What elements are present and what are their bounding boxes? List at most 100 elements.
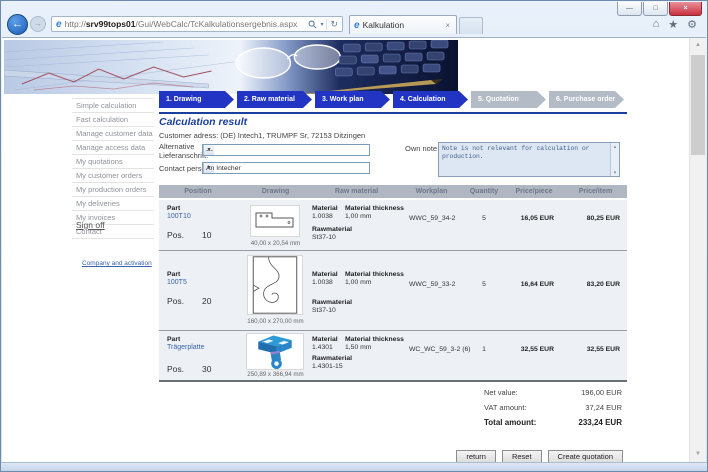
thickness-label: Material thickness (345, 205, 404, 212)
net-value: 196,00 EUR (581, 388, 622, 397)
col-price-item: Price/item (578, 188, 613, 195)
maximize-button[interactable]: □ (643, 2, 668, 16)
sidebar-item-manage-access-data[interactable]: Manage access data (72, 141, 154, 155)
vat-amount-row: VAT amount: 37,24 EUR (484, 403, 622, 412)
minimize-button[interactable]: — (617, 2, 642, 16)
calculation-result-table: Position Drawing Raw material Workplan Q… (159, 185, 627, 382)
scroll-up-icon[interactable]: ▲ (690, 38, 706, 53)
part-link[interactable]: Trägerplatte (167, 344, 204, 351)
tab-favicon: e (354, 19, 360, 31)
rawmaterial-value: St37-10 (312, 307, 336, 314)
price-per-item: 80,25 EUR (586, 215, 620, 222)
step-drawing[interactable]: 1. Drawing (159, 91, 234, 108)
price-per-item: 32,55 EUR (586, 346, 620, 353)
drawing-dimensions: 250,89 x 366,94 mm (247, 371, 304, 378)
total-amount: 233,24 EUR (578, 418, 622, 427)
scrollbar-thumb[interactable] (691, 55, 705, 155)
webcalc-page: Simple calculation Fast calculation Mana… (2, 38, 689, 464)
forward-button[interactable]: → (30, 16, 46, 32)
wizard-stepper: 1. Drawing 2. Raw material 3. Work plan … (159, 91, 627, 108)
search-icon[interactable] (308, 20, 317, 29)
search-dropdown-icon[interactable]: ▾ (320, 21, 323, 28)
contact-person-select[interactable]: An Intecher ▼ (202, 162, 370, 174)
step-quotation: 5. Quotation (471, 91, 546, 108)
browser-toolbar: ← → e http://srv99tops01/Gui/WebCalc/TcK… (7, 13, 701, 35)
sidebar-menu: Simple calculation Fast calculation Mana… (72, 98, 154, 239)
favorites-star-icon[interactable]: ★ (668, 18, 678, 31)
vat-amount: 37,24 EUR (585, 403, 622, 412)
own-note-textarea[interactable]: Note is not relevant for calculation or … (438, 142, 620, 177)
scroll-down-icon[interactable]: ▼ (690, 447, 706, 462)
material-label: Material (312, 336, 338, 343)
thickness-value: 1,50 mm (345, 344, 372, 351)
home-icon[interactable]: ⌂ (653, 18, 660, 30)
totals-block: Net value: 196,00 EUR VAT amount: 37,24 … (484, 388, 622, 433)
workplan-value: WC_WC_59_3-2 (6) (409, 346, 471, 353)
sidebar-item-simple-calculation[interactable]: Simple calculation (72, 98, 154, 113)
sign-off-link[interactable]: Sign off (76, 220, 105, 230)
chrome-icons: ⌂ ★ ⚙ (653, 18, 701, 31)
tab-close-icon[interactable]: × (443, 21, 452, 30)
rawmaterial-value: 1.4301-15 (312, 363, 343, 370)
window-bottom-frame (1, 462, 707, 471)
material-value: 1.0038 (312, 279, 333, 286)
col-quantity: Quantity (469, 188, 499, 195)
tab-title: Kalkulation (362, 20, 405, 30)
material-label: Material (312, 271, 338, 278)
close-window-button[interactable]: × (669, 2, 702, 16)
step-work-plan[interactable]: 3. Work plan (315, 91, 390, 108)
part-link[interactable]: 100T10 (167, 213, 191, 220)
workplan-value: WWC_59_33-2 (409, 281, 456, 288)
material-value: 1.0038 (312, 213, 333, 220)
own-note-label: Own note: (405, 144, 440, 153)
drawing-thumbnail[interactable] (250, 205, 300, 237)
alternative-delivery-select[interactable]: --- ▼ (202, 144, 370, 156)
page-favicon: e (56, 18, 62, 30)
step-raw-material[interactable]: 2. Raw material (237, 91, 312, 108)
drawing-dimensions: 160,00 x 270,00 mm (247, 318, 304, 325)
sidebar-item-my-production-orders[interactable]: My production orders (72, 183, 154, 197)
alternative-delivery-label: Alternative Lieferanschrift: (159, 142, 209, 161)
banner-image (4, 40, 458, 94)
step-calculation[interactable]: 4. Calculation (393, 91, 468, 108)
note-scrollbar[interactable]: ▲ ▼ (610, 143, 619, 176)
scroll-up-icon[interactable]: ▲ (611, 144, 619, 149)
drawing-thumbnail[interactable] (247, 255, 303, 315)
col-drawing: Drawing (261, 188, 290, 195)
col-price-piece: Price/piece (515, 188, 553, 195)
price-per-piece: 16,64 EUR (520, 281, 554, 288)
sidebar-item-my-customer-orders[interactable]: My customer orders (72, 169, 154, 183)
refresh-icon[interactable]: ↻ (330, 19, 338, 30)
drawing-thumbnail[interactable] (246, 333, 304, 370)
url-text[interactable]: http://srv99tops01/Gui/WebCalc/TcKalkula… (65, 19, 298, 29)
rawmaterial-label: Rawmaterial (312, 355, 353, 362)
tools-gear-icon[interactable]: ⚙ (687, 18, 697, 31)
part-drawing-icon (252, 256, 298, 314)
sidebar-item-my-deliveries[interactable]: My deliveries (72, 197, 154, 211)
company-and-activation-link[interactable]: Company and activation (82, 260, 152, 267)
thickness-label: Material thickness (345, 336, 404, 343)
vertical-scrollbar[interactable]: ▲ ▼ (689, 38, 706, 462)
back-button[interactable]: ← (7, 13, 28, 35)
price-per-piece: 32,55 EUR (520, 346, 554, 353)
part-drawing-icon (255, 212, 294, 228)
position-number: Pos. 30 (167, 364, 212, 374)
page-title: Calculation result (159, 116, 248, 128)
address-bar[interactable]: e http://srv99tops01/Gui/WebCalc/TcKalku… (51, 16, 343, 32)
part-link[interactable]: 100T5 (167, 279, 187, 286)
tab-kalkulation[interactable]: e Kalkulation × (349, 15, 457, 34)
sidebar-item-manage-customer-data[interactable]: Manage customer data (72, 127, 154, 141)
part-label: Part (167, 271, 181, 278)
sidebar-item-fast-calculation[interactable]: Fast calculation (72, 113, 154, 127)
scroll-down-icon[interactable]: ▼ (611, 170, 619, 175)
vat-amount-label: VAT amount: (484, 403, 527, 412)
rawmaterial-label: Rawmaterial (312, 226, 353, 233)
sidebar-item-my-quotations[interactable]: My quotations (72, 155, 154, 169)
new-tab-button[interactable] (459, 17, 483, 34)
col-position: Position (184, 188, 212, 195)
table-header-row: Position Drawing Raw material Workplan Q… (159, 185, 627, 198)
table-row: Part 100T10 Pos. 10 40,00 x 20,54 mm Mat… (159, 200, 627, 250)
col-workplan: Workplan (415, 188, 448, 195)
position-number: Pos. 20 (167, 296, 212, 306)
net-value-label: Net value: (484, 388, 518, 397)
